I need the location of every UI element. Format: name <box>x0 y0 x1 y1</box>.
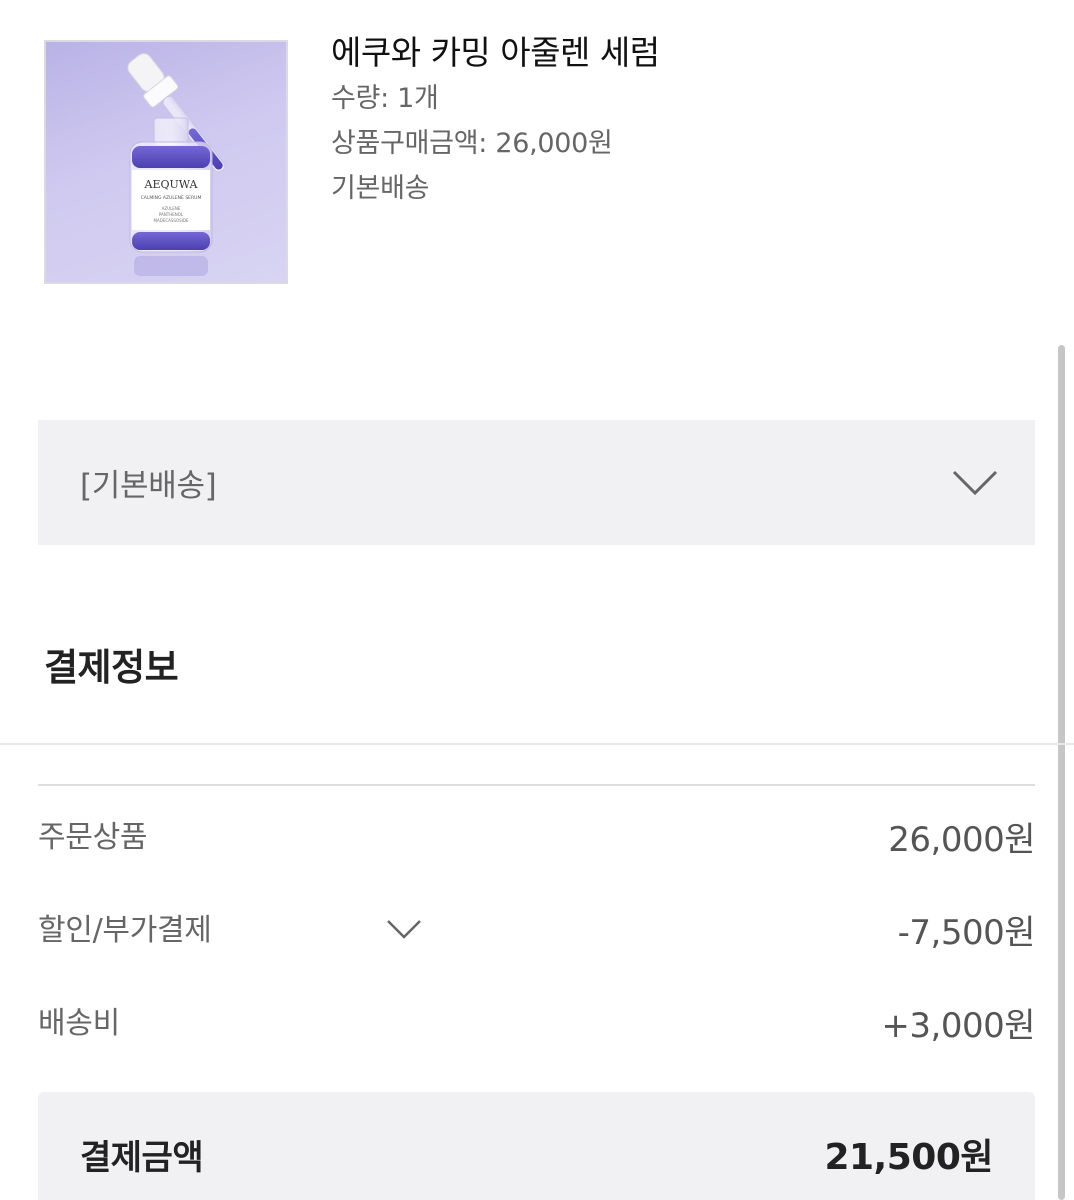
product-quantity: 수량: 1개 <box>331 83 439 114</box>
section-divider <box>0 743 1074 745</box>
chevron-down-icon[interactable] <box>951 468 999 502</box>
shipping-method-label: [기본배송] <box>80 468 217 504</box>
payment-info-title: 결제정보 <box>44 646 179 689</box>
chevron-down-icon[interactable] <box>386 918 422 944</box>
svg-text:PANTHENOL: PANTHENOL <box>159 212 184 217</box>
scrollbar[interactable] <box>1058 345 1065 1200</box>
order-items-row: 주문상품 26,000원 <box>38 812 1035 862</box>
serum-bottle-illustration: AEQUWA CALMING AZULENE SERUM AZULENE PAN… <box>127 53 226 276</box>
order-items-label: 주문상품 <box>38 820 148 855</box>
svg-text:CALMING AZULENE SERUM: CALMING AZULENE SERUM <box>141 195 202 201</box>
brand-label: AEQUWA <box>144 178 199 191</box>
shipping-fee-value: +3,000원 <box>881 1006 1035 1046</box>
discount-value: -7,500원 <box>897 913 1036 953</box>
total-payment-box: 결제금액 21,500원 <box>38 1092 1035 1200</box>
discount-label: 할인/부가결제 <box>38 913 212 948</box>
product-image[interactable]: AEQUWA CALMING AZULENE SERUM AZULENE PAN… <box>44 40 288 284</box>
total-payment-value: 21,500원 <box>824 1137 993 1178</box>
svg-text:MADECASSOSIDE: MADECASSOSIDE <box>154 218 189 223</box>
shipping-fee-label: 배송비 <box>38 1006 120 1041</box>
shipping-fee-row: 배송비 +3,000원 <box>38 998 1035 1048</box>
product-name[interactable]: 에쿠와 카밍 아줄렌 세럼 <box>331 30 660 76</box>
product-info: 에쿠와 카밍 아줄렌 세럼 수량: 1개 상품구매금액: 26,000원 기본배… <box>331 30 660 211</box>
product-price: 상품구매금액: 26,000원 <box>331 128 613 159</box>
svg-text:AZULENE: AZULENE <box>162 206 181 211</box>
product-shipping-type: 기본배송 <box>331 173 430 204</box>
total-payment-label: 결제금액 <box>80 1138 204 1178</box>
discount-row: 할인/부가결제 -7,500원 <box>38 905 1036 955</box>
shipping-method-dropdown[interactable]: [기본배송] <box>38 420 1035 545</box>
summary-divider <box>38 784 1035 786</box>
order-items-value: 26,000원 <box>888 820 1035 860</box>
